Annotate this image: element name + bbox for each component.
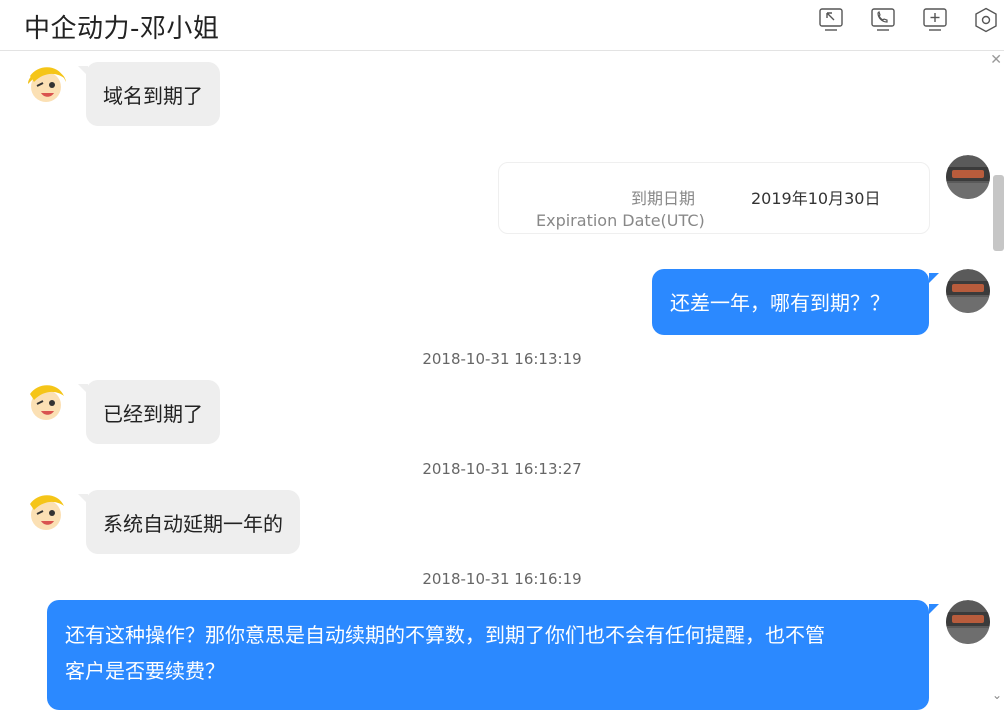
agent-avatar-icon xyxy=(24,490,68,534)
call-button[interactable] xyxy=(870,7,896,31)
settings-button[interactable] xyxy=(973,7,999,33)
scrollbar-thumb[interactable] xyxy=(993,175,1004,251)
user-avatar xyxy=(946,269,990,313)
message-text-line: 还有这种操作？那你意思是自动续期的不算数，到期了你们也不会有任何提醒，也不管 xyxy=(65,623,825,647)
user-avatar-icon xyxy=(946,600,990,644)
incoming-message[interactable]: 域名到期了 xyxy=(86,62,220,126)
agent-avatar xyxy=(24,490,68,534)
chat-title: 中企动力-邓小姐 xyxy=(24,14,220,44)
add-button[interactable] xyxy=(922,7,948,31)
outgoing-message[interactable]: 还有这种操作？那你意思是自动续期的不算数，到期了你们也不会有任何提醒，也不管 客… xyxy=(47,600,929,710)
message-text: 已经到期了 xyxy=(103,402,203,426)
message-text-line: 客户是否要续费？ xyxy=(65,659,225,683)
agent-avatar xyxy=(24,62,68,106)
timestamp: 2018-10-31 16:16:19 xyxy=(422,570,582,588)
agent-avatar xyxy=(24,380,68,424)
agent-avatar-icon xyxy=(24,62,68,106)
user-avatar xyxy=(946,600,990,644)
card-label-en: Expiration Date(UTC) xyxy=(536,211,705,230)
message-text: 还差一年，哪有到期？？ xyxy=(670,291,890,315)
chat-header: 中企动力-邓小姐 xyxy=(0,0,1004,51)
chevron-down-icon[interactable]: ⌄ xyxy=(992,688,1002,702)
user-avatar xyxy=(946,155,990,199)
timestamp: 2018-10-31 16:13:27 xyxy=(422,460,582,478)
add-icon xyxy=(923,8,947,31)
phone-icon xyxy=(871,8,895,31)
user-avatar-icon xyxy=(946,155,990,199)
expiration-card[interactable]: 到期日期 Expiration Date(UTC) 2019年10月30日 xyxy=(498,162,930,234)
user-avatar-icon xyxy=(946,269,990,313)
incoming-message[interactable]: 已经到期了 xyxy=(86,380,220,444)
incoming-message[interactable]: 系统自动延期一年的 xyxy=(86,490,300,554)
timestamp: 2018-10-31 16:13:19 xyxy=(422,350,582,368)
screen-share-button[interactable] xyxy=(818,7,844,31)
close-icon[interactable]: ✕ xyxy=(990,52,1002,68)
card-value: 2019年10月30日 xyxy=(751,189,881,208)
message-text: 系统自动延期一年的 xyxy=(103,512,283,536)
agent-avatar-icon xyxy=(24,380,68,424)
settings-hexagon-icon xyxy=(975,7,997,33)
bubble-tail xyxy=(929,604,939,614)
message-text: 域名到期了 xyxy=(103,84,203,108)
screen-share-icon xyxy=(819,8,843,31)
bubble-tail xyxy=(929,273,939,283)
outgoing-message[interactable]: 还差一年，哪有到期？？ xyxy=(652,269,929,335)
card-label: 到期日期 xyxy=(631,189,696,208)
